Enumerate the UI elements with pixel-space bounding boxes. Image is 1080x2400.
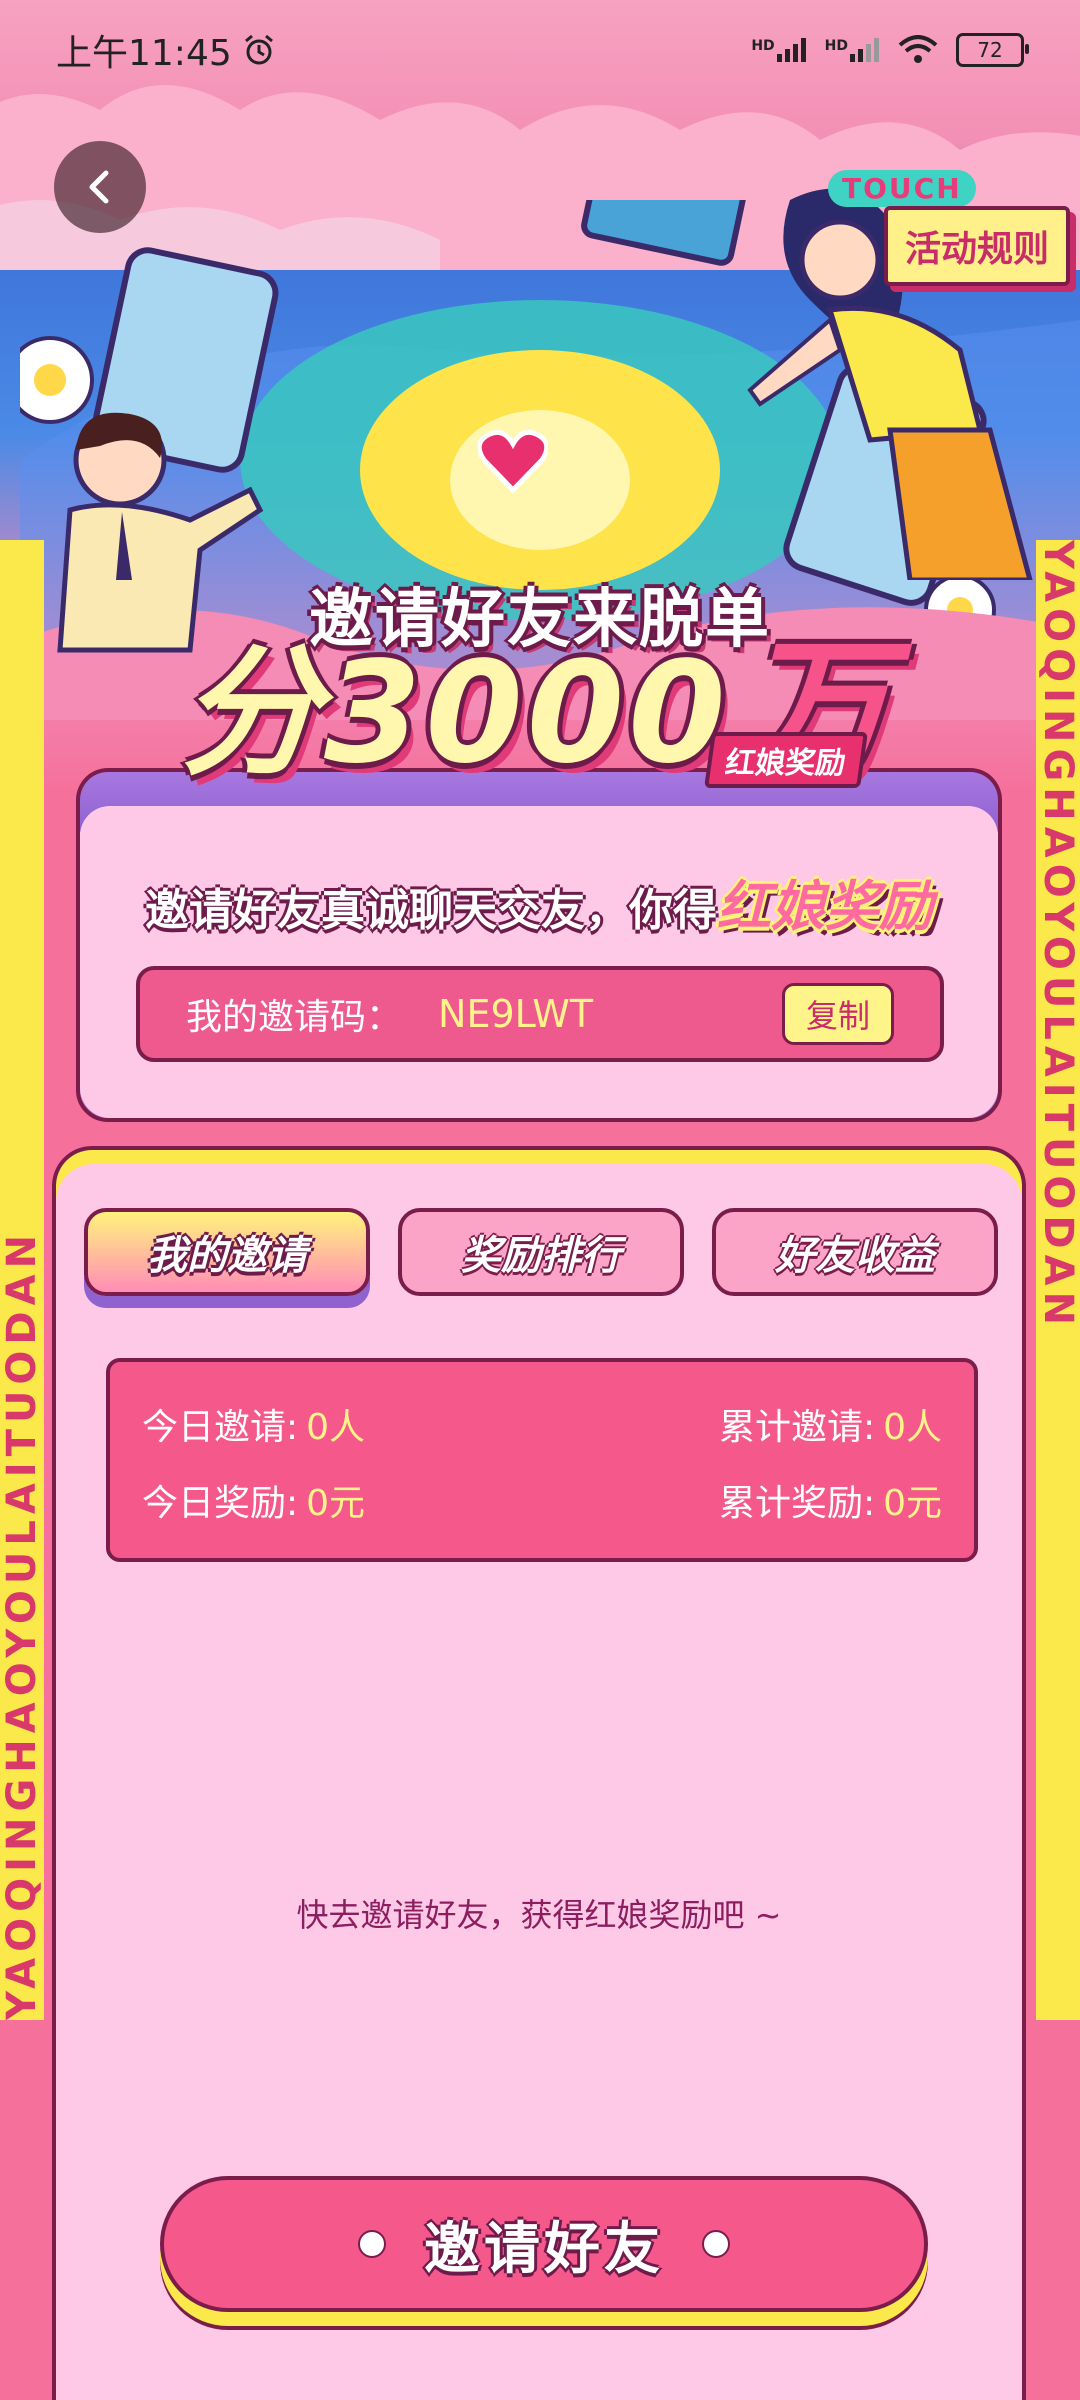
battery-icon: 72 — [956, 33, 1029, 67]
status-right: HD HD 72 — [751, 33, 1029, 67]
alarm-icon — [244, 34, 273, 65]
stat-label: 累计邀请: — [718, 1407, 876, 1448]
dot-decoration — [702, 2230, 730, 2258]
chevron-left-icon — [89, 170, 109, 204]
stat-value: 0元 — [883, 1483, 942, 1524]
dot-decoration — [358, 2230, 386, 2258]
invite-records-panel: 我的邀请 奖励排行 好友收益 今日邀请: 0人 累计邀请: 0人 今日奖励: 0元 累… — [52, 1146, 1026, 2400]
touch-badge: TOUCH — [828, 170, 976, 207]
side-strip-text: YAOQINGHAOYOULAITUODAN — [0, 1228, 44, 2020]
status-time: 上午11:45 — [56, 33, 232, 74]
invite-friends-button[interactable]: 邀请好友 — [160, 2176, 928, 2312]
stat-value: 0元 — [306, 1483, 366, 1524]
copy-button[interactable]: 复制 — [782, 983, 894, 1045]
stat-today-reward: 今日奖励: 0元 — [142, 1474, 365, 1526]
tab-bar: 我的邀请 奖励排行 好友收益 — [84, 1208, 1002, 1308]
status-left: 上午11:45 — [56, 24, 276, 76]
stat-today-invites: 今日邀请: 0人 — [142, 1398, 365, 1450]
tab-friend-earnings[interactable]: 好友收益 — [712, 1208, 998, 1296]
stat-value: 0人 — [306, 1407, 366, 1448]
invite-code-card: 邀请好友真诚聊天交友，你得红娘奖励 我的邀请码： NE9LWT 复制 — [76, 768, 1002, 1122]
side-strip-text: YAOQINGHAOYOULAITUODAN — [1036, 540, 1080, 1332]
invite-friends-label: 邀请好友 — [424, 2216, 664, 2282]
app-screen: YAOQINGHAOYOULAITUODAN YAOQINGHAOYOULAIT… — [0, 0, 1080, 2400]
tab-my-invites[interactable]: 我的邀请 — [84, 1208, 370, 1296]
empty-state-hint: 快去邀请好友，获得红娘奖励吧 ~ — [296, 1896, 782, 1934]
signal-hd-label: HD — [824, 38, 848, 54]
stat-value: 0人 — [883, 1407, 942, 1448]
left-side-strip: YAOQINGHAOYOULAITUODAN — [0, 540, 44, 2020]
signal-hd-label: HD — [751, 38, 775, 54]
invite-card-headline: 邀请好友真诚聊天交友，你得红娘奖励 — [80, 862, 998, 941]
signal-icon: HD — [825, 38, 880, 62]
signal-icon: HD — [751, 38, 806, 62]
activity-rules-button[interactable]: 活动规则 — [884, 206, 1070, 286]
stat-label: 今日邀请: — [142, 1407, 299, 1448]
right-side-strip: YAOQINGHAOYOULAITUODAN — [1036, 540, 1080, 2020]
wifi-icon — [898, 35, 938, 63]
stat-total-invites: 累计邀请: 0人 — [719, 1398, 942, 1450]
hero-amount: 分3000 — [180, 632, 730, 795]
invite-code-label: 我的邀请码： — [186, 997, 403, 1038]
invite-code-box: 我的邀请码： NE9LWT 复制 — [136, 966, 944, 1062]
headline-main: 邀请好友真诚聊天交友，你得 — [145, 885, 717, 936]
headline-highlight: 红娘奖励 — [717, 875, 933, 938]
stat-total-reward: 累计奖励: 0元 — [719, 1474, 942, 1526]
heart-icon — [478, 430, 548, 494]
battery-level: 72 — [977, 38, 1003, 62]
stat-label: 今日奖励: — [142, 1483, 299, 1524]
back-button[interactable] — [54, 141, 146, 233]
tab-reward-ranking[interactable]: 奖励排行 — [398, 1208, 684, 1296]
stat-label: 累计奖励: — [718, 1483, 876, 1524]
hero-badge: 红娘奖励 — [704, 732, 868, 788]
invite-stats-box: 今日邀请: 0人 累计邀请: 0人 今日奖励: 0元 累计奖励: 0元 — [106, 1358, 978, 1562]
invite-code-value: NE9LWT — [438, 992, 594, 1036]
status-bar: 上午11:45 HD HD 72 — [0, 0, 1080, 100]
